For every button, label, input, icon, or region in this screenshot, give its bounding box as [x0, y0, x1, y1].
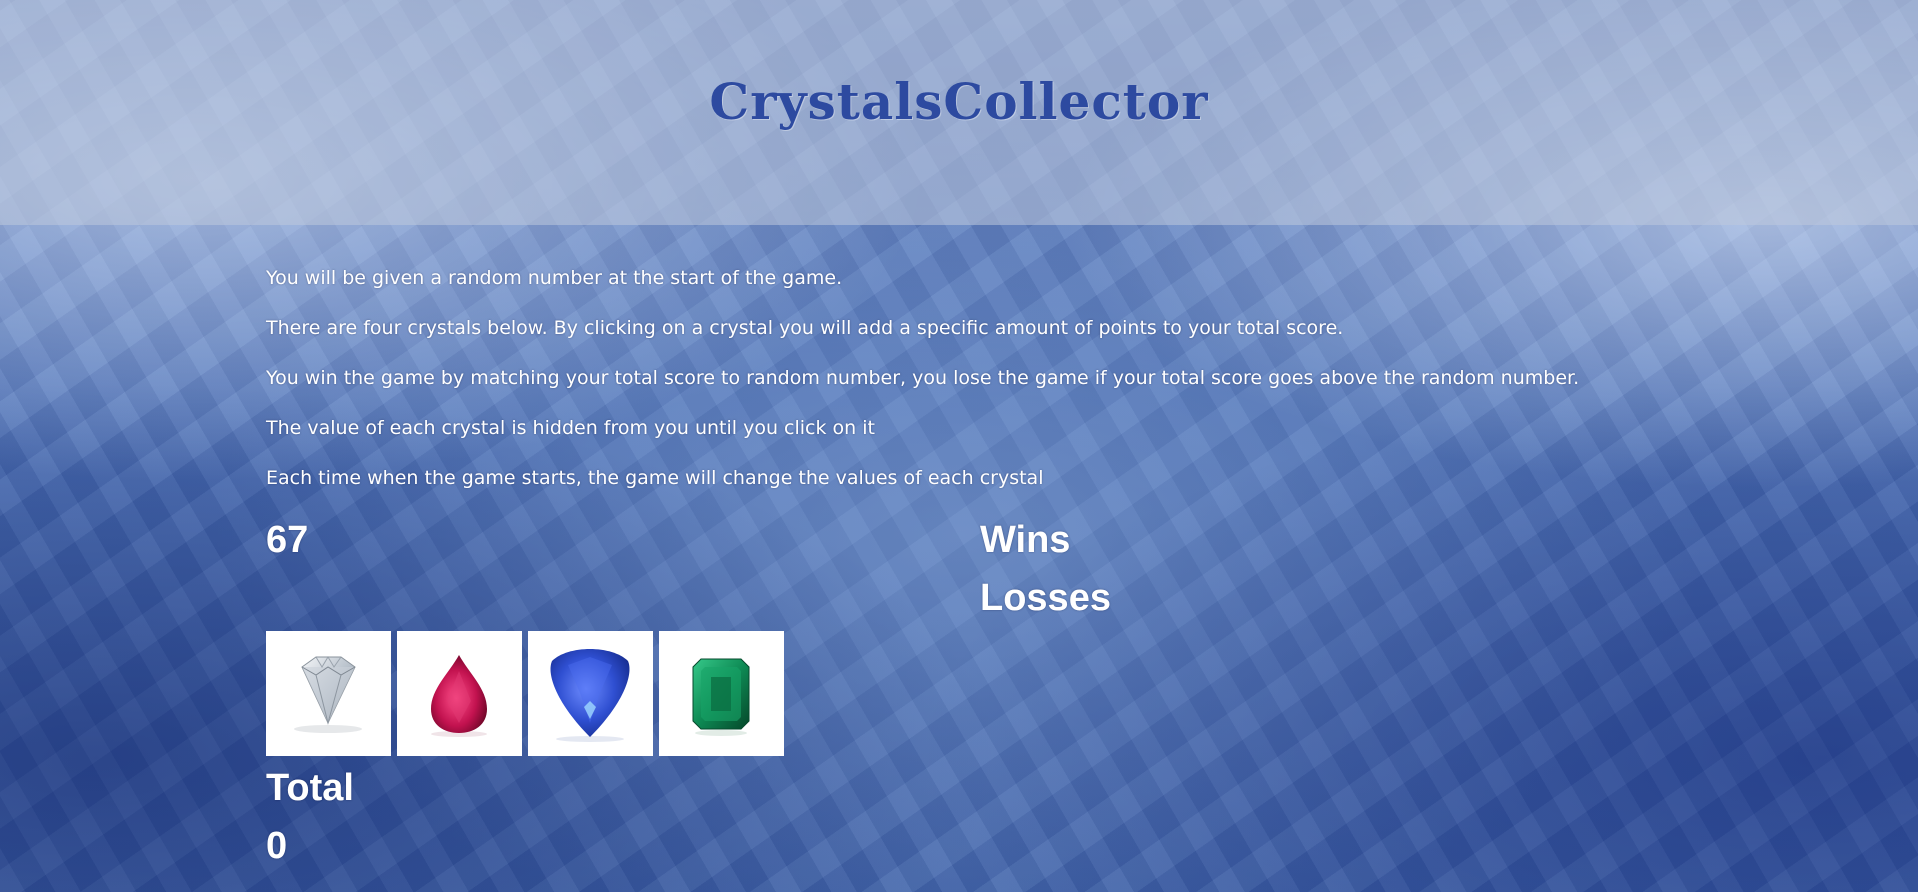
emerald-icon [692, 658, 750, 736]
instruction-line: You will be given a random number at the… [266, 267, 843, 289]
instruction-line: There are four crystals below. By clicki… [266, 317, 1344, 339]
crystal-sapphire-button[interactable] [528, 631, 653, 756]
diamond-icon [294, 656, 362, 733]
ruby-icon [431, 655, 487, 737]
instruction-line: The value of each crystal is hidden from… [266, 417, 875, 439]
total-score: 0 [266, 825, 288, 867]
total-label: Total [266, 767, 354, 809]
header-banner: CrystalsCollector [0, 0, 1918, 225]
instructions: You will be given a random number at the… [266, 266, 1826, 516]
page-title: CrystalsCollector [709, 72, 1209, 131]
instruction-line: You win the game by matching your total … [266, 367, 1580, 389]
crystal-diamond-button[interactable] [266, 631, 391, 756]
crystal-emerald-button[interactable] [659, 631, 784, 756]
losses-label: Losses [980, 577, 1111, 619]
instruction-line: Each time when the game starts, the game… [266, 467, 1044, 489]
crystal-ruby-button[interactable] [397, 631, 522, 756]
sapphire-icon [550, 649, 630, 742]
random-number: 67 [266, 519, 309, 561]
wins-label: Wins [980, 519, 1071, 561]
